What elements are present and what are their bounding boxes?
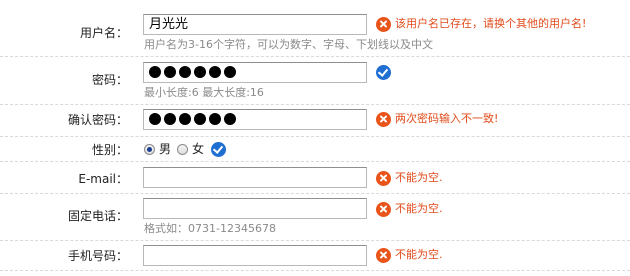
email-error-text: 不能为空.: [395, 171, 443, 184]
phone-input[interactable]: [143, 198, 367, 219]
error-icon: [376, 111, 391, 127]
check-circle-icon: [376, 64, 391, 80]
phone-error-text: 不能为空.: [395, 202, 443, 215]
confirm-password-masked-value: [149, 113, 236, 126]
email-error: 不能为空.: [376, 170, 443, 186]
row-divider: [0, 136, 630, 137]
phone-hint: 格式如：0731-12345678: [144, 222, 276, 235]
row-divider: [0, 270, 630, 271]
row-divider: [0, 161, 630, 162]
row-divider: [0, 240, 630, 241]
mobile-input[interactable]: [143, 245, 367, 266]
error-icon: [376, 247, 391, 263]
username-input[interactable]: 月光光: [143, 14, 367, 35]
email-input[interactable]: [143, 167, 367, 188]
password-label: 密码：: [91, 73, 128, 87]
registration-form: 用户名： 月光光 用户名为3-16个字符，可以为数字、字母、下划线以及中文 该用…: [0, 0, 630, 276]
gender-male-radio[interactable]: [144, 144, 155, 155]
mobile-error-text: 不能为空.: [395, 248, 443, 261]
gender-female-label: 女: [192, 142, 205, 156]
username-hint: 用户名为3-16个字符，可以为数字、字母、下划线以及中文: [144, 38, 433, 51]
row-divider: [0, 56, 630, 57]
password-hint: 最小长度:6 最大长度:16: [144, 86, 264, 99]
check-circle-icon: [211, 141, 226, 157]
gender-status: [211, 141, 226, 157]
gender-male-label: 男: [159, 142, 172, 156]
password-input[interactable]: [143, 62, 367, 83]
username-label: 用户名：: [79, 26, 128, 40]
confirm-password-input[interactable]: [143, 109, 367, 130]
error-icon: [376, 201, 391, 217]
phone-error: 不能为空.: [376, 201, 443, 217]
phone-label: 固定电话：: [67, 209, 128, 223]
email-label: E-mail：: [78, 172, 128, 186]
mobile-label: 手机号码：: [67, 249, 128, 263]
confirm-password-error-text: 两次密码输入不一致!: [395, 112, 499, 125]
password-masked-value: [149, 66, 236, 79]
gender-female-radio[interactable]: [177, 144, 188, 155]
username-error-text: 该用户名已存在，请换个其他的用户名!: [395, 17, 587, 30]
error-icon: [376, 16, 391, 32]
confirm-password-label: 确认密码：: [67, 113, 128, 127]
username-value: 月光光: [149, 17, 189, 32]
gender-label: 性别：: [91, 143, 128, 157]
error-icon: [376, 170, 391, 186]
confirm-password-error: 两次密码输入不一致!: [376, 111, 498, 127]
row-divider: [0, 104, 630, 105]
username-error: 该用户名已存在，请换个其他的用户名!: [376, 16, 586, 32]
mobile-error: 不能为空.: [376, 247, 443, 263]
password-status: [376, 64, 391, 80]
row-divider: [0, 193, 630, 194]
